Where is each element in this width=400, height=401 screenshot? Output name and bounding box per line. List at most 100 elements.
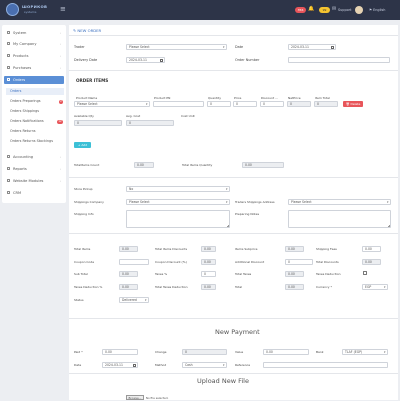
paid-input[interactable]: 0.00	[102, 349, 138, 355]
order-number-label: Order Number	[235, 58, 260, 62]
sidebar-item-label: Orders	[13, 78, 26, 82]
total-items-count-label: TotalItems Count	[74, 163, 100, 167]
additional-discount-input[interactable]: 0	[285, 259, 313, 265]
available-qty-label: Available Qty	[74, 114, 94, 118]
notifications-badge[interactable]: 356	[295, 7, 306, 13]
calendar-icon[interactable]	[160, 59, 163, 62]
shipping-info-label: Shipping Info	[74, 212, 94, 216]
sidebar-item-label: My Company	[13, 42, 37, 46]
shipping-fees-input[interactable]: 0.00	[362, 246, 381, 252]
bank-select[interactable]: TLAF (EGP)	[342, 349, 388, 355]
taxes-deduction-percent-label: Taxes Deduction %	[74, 285, 103, 289]
preparing-notes-textarea[interactable]	[288, 210, 391, 228]
taxes-percent-input[interactable]: 0	[201, 271, 216, 277]
top-bar: ШОРИКОВ systems ≡ 356 🔔 99 ✉ Support ⚑ E…	[0, 0, 400, 20]
sidebar-item-system[interactable]: System	[7, 29, 26, 37]
status-select[interactable]: Delivered	[119, 297, 149, 303]
chevron-down-icon: ›	[60, 179, 62, 183]
chevron-down-icon: ›	[60, 31, 62, 35]
additional-discount-label: Additional Discount	[235, 260, 265, 264]
payment-date-input[interactable]: 2024-03-11	[102, 362, 138, 368]
currency-select[interactable]: EGP	[362, 284, 388, 290]
date-label: Date	[235, 45, 244, 49]
resize-handle[interactable]	[226, 224, 229, 227]
bell-icon[interactable]: 🔔	[308, 7, 314, 12]
support-link[interactable]: Support	[338, 8, 351, 12]
delivery-date-input[interactable]: 2024-03-11	[126, 57, 165, 63]
resize-handle[interactable]	[387, 224, 390, 227]
avg-cost-input: 0	[126, 120, 174, 126]
store-pickup-select[interactable]: No	[126, 186, 230, 192]
price-input[interactable]: 0	[233, 101, 257, 107]
currency-label: Currency *	[316, 285, 332, 289]
brand-logo[interactable]	[6, 3, 19, 16]
order-number-input[interactable]	[288, 57, 390, 63]
reports-icon	[7, 167, 10, 170]
messages-badge[interactable]: 99	[319, 7, 330, 13]
submenu-item-orders-returns[interactable]: Orders Returns	[10, 128, 36, 135]
method-select[interactable]: Cash	[182, 362, 227, 368]
divider	[69, 35, 398, 36]
menu-toggle-icon[interactable]: ≡	[60, 6, 66, 13]
product-select[interactable]: Please Select	[74, 101, 150, 107]
calendar-icon[interactable]	[133, 364, 136, 367]
shipping-info-textarea[interactable]	[126, 210, 230, 228]
submenu-item-orders-returns-stockings[interactable]: Orders Returns Stockings	[10, 138, 53, 145]
sidebar-item-website-modules[interactable]: Website Modules	[7, 177, 43, 185]
language-label: English	[373, 8, 386, 12]
product-pn-input[interactable]	[153, 101, 204, 107]
discount-input[interactable]: 0	[260, 101, 284, 107]
total-discounts-value: 0.00	[362, 259, 381, 265]
trader-select[interactable]: Please Select	[126, 44, 227, 50]
user-avatar[interactable]	[355, 6, 363, 14]
file-input[interactable]: Browse... No file selected.	[126, 395, 168, 400]
sidebar-item-reports[interactable]: Reports	[7, 165, 27, 173]
sidebar-item-purchases[interactable]: Purchases	[7, 64, 31, 72]
browse-button[interactable]: Browse...	[126, 395, 144, 400]
language-selector[interactable]: ⚑ English	[369, 8, 385, 12]
coupon-code-input[interactable]	[119, 259, 149, 265]
col-net-price: NetPrice	[288, 96, 301, 100]
delivery-date-label: Delivery Date	[74, 58, 98, 62]
reference-label: Reference	[235, 363, 251, 367]
delivery-date-value: 2024-03-11	[129, 58, 147, 62]
delete-item-button[interactable]: 🗑 Delete	[343, 101, 363, 107]
traders-shipping-address-select[interactable]: Please Select	[288, 199, 391, 205]
coupon-discount-value: 0.00	[201, 259, 216, 265]
shipping-company-select[interactable]: Please Select	[126, 199, 230, 205]
value-input[interactable]: 0.00	[263, 349, 309, 355]
new-payment-title: New Payment	[215, 328, 260, 336]
mail-icon[interactable]: ✉	[332, 7, 336, 12]
order-date-input[interactable]: 2024-03-11	[288, 44, 336, 50]
submenu-item-orders-notifications[interactable]: Orders Notifications	[10, 118, 44, 125]
reference-input[interactable]	[263, 362, 388, 368]
method-label: Method	[155, 363, 167, 367]
traders-shipping-address-label: Traders Shippings Address	[235, 200, 275, 204]
sidebar-item-accounting[interactable]: Accounting	[7, 153, 33, 161]
sidebar-item-label: System	[13, 31, 27, 35]
cost-unit-label: Cost Unit	[181, 114, 195, 118]
sidebar-item-label: Accounting	[13, 155, 34, 159]
calendar-icon[interactable]	[331, 46, 334, 49]
submenu-item-orders-preparings[interactable]: Orders Preparings	[10, 98, 41, 105]
notifications-count-badge: 12	[57, 119, 63, 124]
total-value: 0.00	[285, 284, 304, 290]
sidebar-item-products[interactable]: Products	[7, 52, 29, 60]
taxes-deduction-checkbox[interactable]	[363, 271, 367, 275]
submenu-item-orders[interactable]: Orders	[6, 88, 64, 95]
total-items-discounts-label: Total Items Discounts	[155, 247, 188, 251]
sub-total-value: 0.00	[119, 271, 138, 277]
sidebar-item-my-company[interactable]: My Company	[7, 40, 36, 48]
total-label: Total	[235, 285, 243, 289]
submenu-item-orders-shippings[interactable]: Orders Shippings	[10, 108, 39, 115]
sidebar-item-crm[interactable]: CRM	[7, 189, 21, 197]
preparings-count-badge: 2	[59, 99, 63, 104]
col-product-pn: Product PN	[154, 96, 171, 100]
quantity-input[interactable]: 0	[207, 101, 231, 107]
sidebar: System › My Company › Products › Purchas…	[2, 25, 66, 203]
sidebar-item-label: Purchases	[13, 66, 32, 70]
sub-total-label: Sub Total	[74, 272, 88, 276]
items-subprice-label: Items Subprice	[235, 247, 258, 251]
sidebar-item-orders[interactable]: Orders	[4, 76, 64, 84]
add-item-button[interactable]: + Add	[74, 142, 91, 148]
